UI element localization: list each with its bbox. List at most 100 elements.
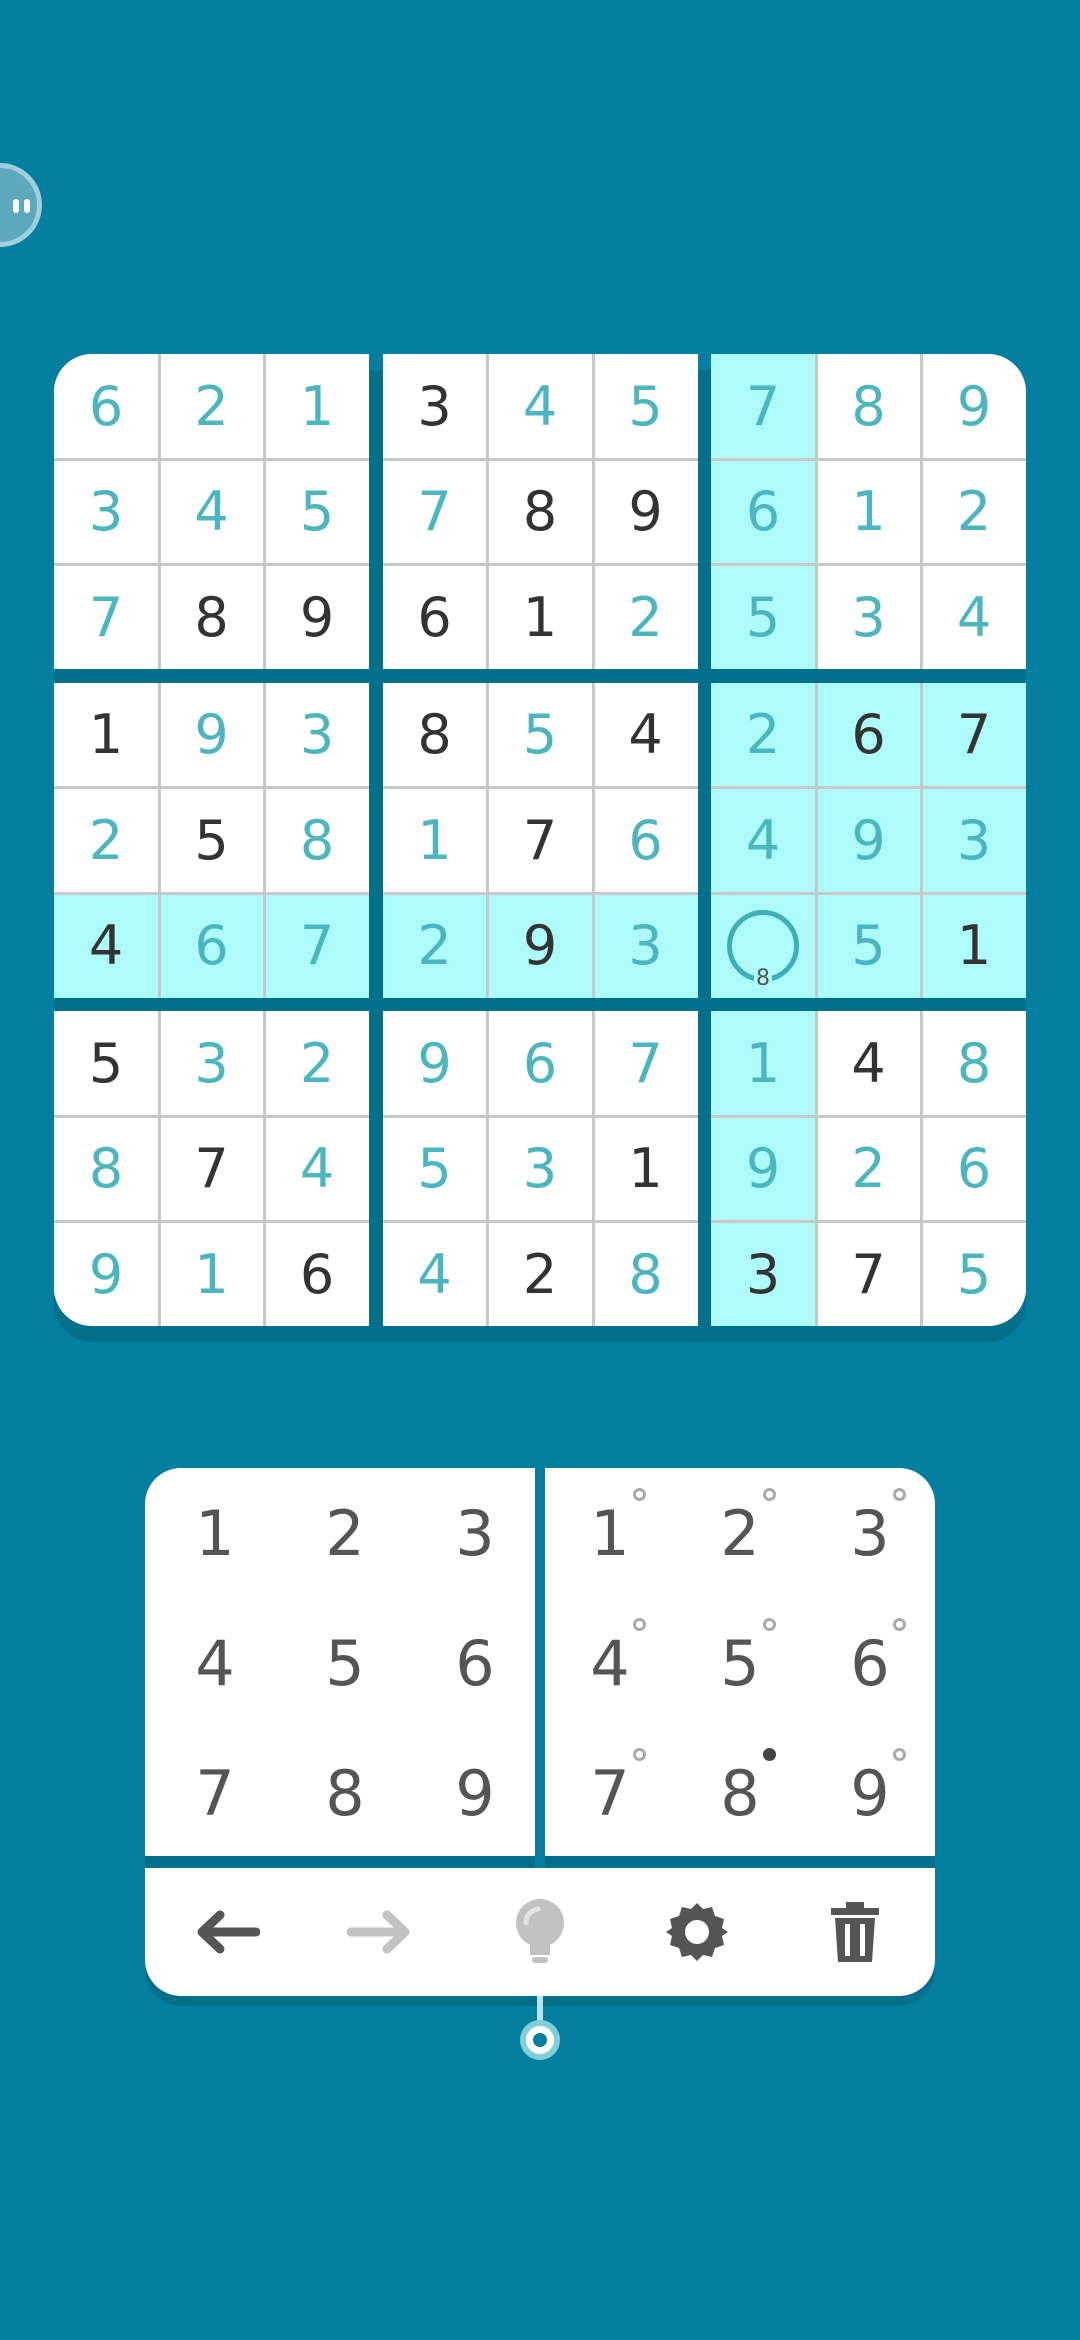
sudoku-cell[interactable]: 1 bbox=[54, 682, 158, 787]
note-key[interactable]: 8 bbox=[675, 1728, 805, 1858]
undo-button[interactable] bbox=[165, 1872, 285, 1992]
sudoku-cell[interactable]: 2 bbox=[922, 459, 1026, 564]
sudoku-cell[interactable]: 7 bbox=[922, 682, 1026, 787]
sudoku-cell[interactable]: 3 bbox=[488, 1116, 592, 1221]
sudoku-cell[interactable]: 9 bbox=[265, 565, 369, 669]
sudoku-cell[interactable]: 3 bbox=[54, 459, 158, 564]
sudoku-cell[interactable]: 9 bbox=[54, 1222, 158, 1326]
sudoku-cell[interactable]: 2 bbox=[159, 354, 264, 458]
sudoku-cell[interactable]: 8 bbox=[265, 788, 369, 892]
sudoku-cell[interactable]: 2 bbox=[382, 893, 487, 998]
sudoku-cell[interactable]: 9 bbox=[593, 459, 698, 564]
sudoku-cell[interactable]: 2 bbox=[265, 1011, 369, 1115]
sudoku-cell[interactable]: 5 bbox=[816, 893, 921, 998]
sudoku-cell[interactable]: 9 bbox=[922, 354, 1026, 458]
sudoku-cell[interactable]: 1 bbox=[711, 1011, 815, 1115]
sudoku-cell[interactable]: 5 bbox=[265, 459, 369, 564]
number-key[interactable]: 9 bbox=[410, 1728, 540, 1858]
delete-button[interactable] bbox=[795, 1872, 915, 1992]
sudoku-cell[interactable]: 7 bbox=[159, 1116, 264, 1221]
sudoku-cell[interactable]: 4 bbox=[159, 459, 264, 564]
number-key[interactable]: 7 bbox=[150, 1728, 280, 1858]
sudoku-cell[interactable]: 6 bbox=[488, 1011, 592, 1115]
sudoku-cell[interactable]: 3 bbox=[816, 565, 921, 669]
note-key[interactable]: 4 bbox=[545, 1598, 675, 1728]
sudoku-cell[interactable]: 4 bbox=[382, 1222, 487, 1326]
sudoku-cell[interactable]: 5 bbox=[159, 788, 264, 892]
sudoku-cell[interactable]: 3 bbox=[265, 682, 369, 787]
note-key[interactable]: 7 bbox=[545, 1728, 675, 1858]
sudoku-cell[interactable]: 6 bbox=[54, 354, 158, 458]
sudoku-cell[interactable]: 3 bbox=[922, 788, 1026, 892]
sudoku-cell[interactable]: 8 bbox=[816, 354, 921, 458]
sudoku-cell[interactable]: 3 bbox=[593, 893, 698, 998]
number-key[interactable]: 8 bbox=[280, 1728, 410, 1858]
sudoku-cell[interactable]: 6 bbox=[922, 1116, 1026, 1221]
sudoku-cell[interactable]: 9 bbox=[488, 893, 592, 998]
selected-cell[interactable]: 8 bbox=[711, 893, 815, 998]
sudoku-cell[interactable]: 1 bbox=[265, 354, 369, 458]
sudoku-cell[interactable]: 3 bbox=[382, 354, 487, 458]
sudoku-cell[interactable]: 1 bbox=[382, 788, 487, 892]
settings-button[interactable] bbox=[637, 1872, 757, 1992]
redo-button[interactable] bbox=[322, 1872, 442, 1992]
sudoku-cell[interactable]: 7 bbox=[54, 565, 158, 669]
sudoku-cell[interactable]: 8 bbox=[488, 459, 592, 564]
sudoku-cell[interactable]: 1 bbox=[593, 1116, 698, 1221]
sudoku-cell[interactable]: 3 bbox=[159, 1011, 264, 1115]
note-key[interactable]: 5 bbox=[675, 1598, 805, 1728]
sudoku-cell[interactable]: 9 bbox=[159, 682, 264, 787]
sudoku-cell[interactable]: 7 bbox=[816, 1222, 921, 1326]
number-key[interactable]: 6 bbox=[410, 1598, 540, 1728]
sudoku-cell[interactable]: 8 bbox=[382, 682, 487, 787]
sudoku-cell[interactable]: 6 bbox=[816, 682, 921, 787]
sudoku-cell[interactable]: 9 bbox=[382, 1011, 487, 1115]
sudoku-cell[interactable]: 5 bbox=[488, 682, 592, 787]
sudoku-cell[interactable]: 4 bbox=[816, 1011, 921, 1115]
note-key[interactable]: 9 bbox=[805, 1728, 935, 1858]
sudoku-cell[interactable]: 8 bbox=[593, 1222, 698, 1326]
drag-handle[interactable] bbox=[520, 2020, 560, 2060]
sudoku-cell[interactable]: 3 bbox=[711, 1222, 815, 1326]
sudoku-cell[interactable]: 5 bbox=[711, 565, 815, 669]
sudoku-cell[interactable]: 5 bbox=[593, 354, 698, 458]
sudoku-cell[interactable]: 4 bbox=[711, 788, 815, 892]
sudoku-cell[interactable]: 4 bbox=[593, 682, 698, 787]
sudoku-cell[interactable]: 5 bbox=[382, 1116, 487, 1221]
sudoku-cell[interactable]: 7 bbox=[488, 788, 592, 892]
sudoku-cell[interactable]: 1 bbox=[816, 459, 921, 564]
sudoku-cell[interactable]: 7 bbox=[593, 1011, 698, 1115]
note-key[interactable]: 6 bbox=[805, 1598, 935, 1728]
pause-button[interactable] bbox=[0, 163, 42, 247]
sudoku-cell[interactable]: 2 bbox=[488, 1222, 592, 1326]
sudoku-cell[interactable]: 8 bbox=[54, 1116, 158, 1221]
sudoku-cell[interactable]: 9 bbox=[816, 788, 921, 892]
sudoku-cell[interactable]: 6 bbox=[382, 565, 487, 669]
note-key[interactable]: 2 bbox=[675, 1468, 805, 1598]
note-key[interactable]: 1 bbox=[545, 1468, 675, 1598]
sudoku-cell[interactable]: 6 bbox=[711, 459, 815, 564]
sudoku-cell[interactable]: 4 bbox=[922, 565, 1026, 669]
sudoku-cell[interactable]: 4 bbox=[265, 1116, 369, 1221]
sudoku-cell[interactable]: 2 bbox=[54, 788, 158, 892]
number-key[interactable]: 5 bbox=[280, 1598, 410, 1728]
sudoku-cell[interactable]: 7 bbox=[382, 459, 487, 564]
sudoku-cell[interactable]: 7 bbox=[265, 893, 369, 998]
sudoku-cell[interactable]: 2 bbox=[711, 682, 815, 787]
sudoku-cell[interactable]: 5 bbox=[922, 1222, 1026, 1326]
sudoku-cell[interactable]: 8 bbox=[159, 565, 264, 669]
sudoku-cell[interactable]: 5 bbox=[54, 1011, 158, 1115]
number-key[interactable]: 1 bbox=[150, 1468, 280, 1598]
sudoku-cell[interactable]: 4 bbox=[54, 893, 158, 998]
sudoku-cell[interactable]: 8 bbox=[922, 1011, 1026, 1115]
number-key[interactable]: 4 bbox=[150, 1598, 280, 1728]
number-key[interactable]: 2 bbox=[280, 1468, 410, 1598]
sudoku-cell[interactable]: 2 bbox=[593, 565, 698, 669]
sudoku-cell[interactable]: 1 bbox=[488, 565, 592, 669]
sudoku-cell[interactable]: 6 bbox=[265, 1222, 369, 1326]
sudoku-cell[interactable]: 2 bbox=[816, 1116, 921, 1221]
sudoku-cell[interactable]: 1 bbox=[159, 1222, 264, 1326]
note-key[interactable]: 3 bbox=[805, 1468, 935, 1598]
sudoku-cell[interactable]: 9 bbox=[711, 1116, 815, 1221]
sudoku-cell[interactable]: 7 bbox=[711, 354, 815, 458]
